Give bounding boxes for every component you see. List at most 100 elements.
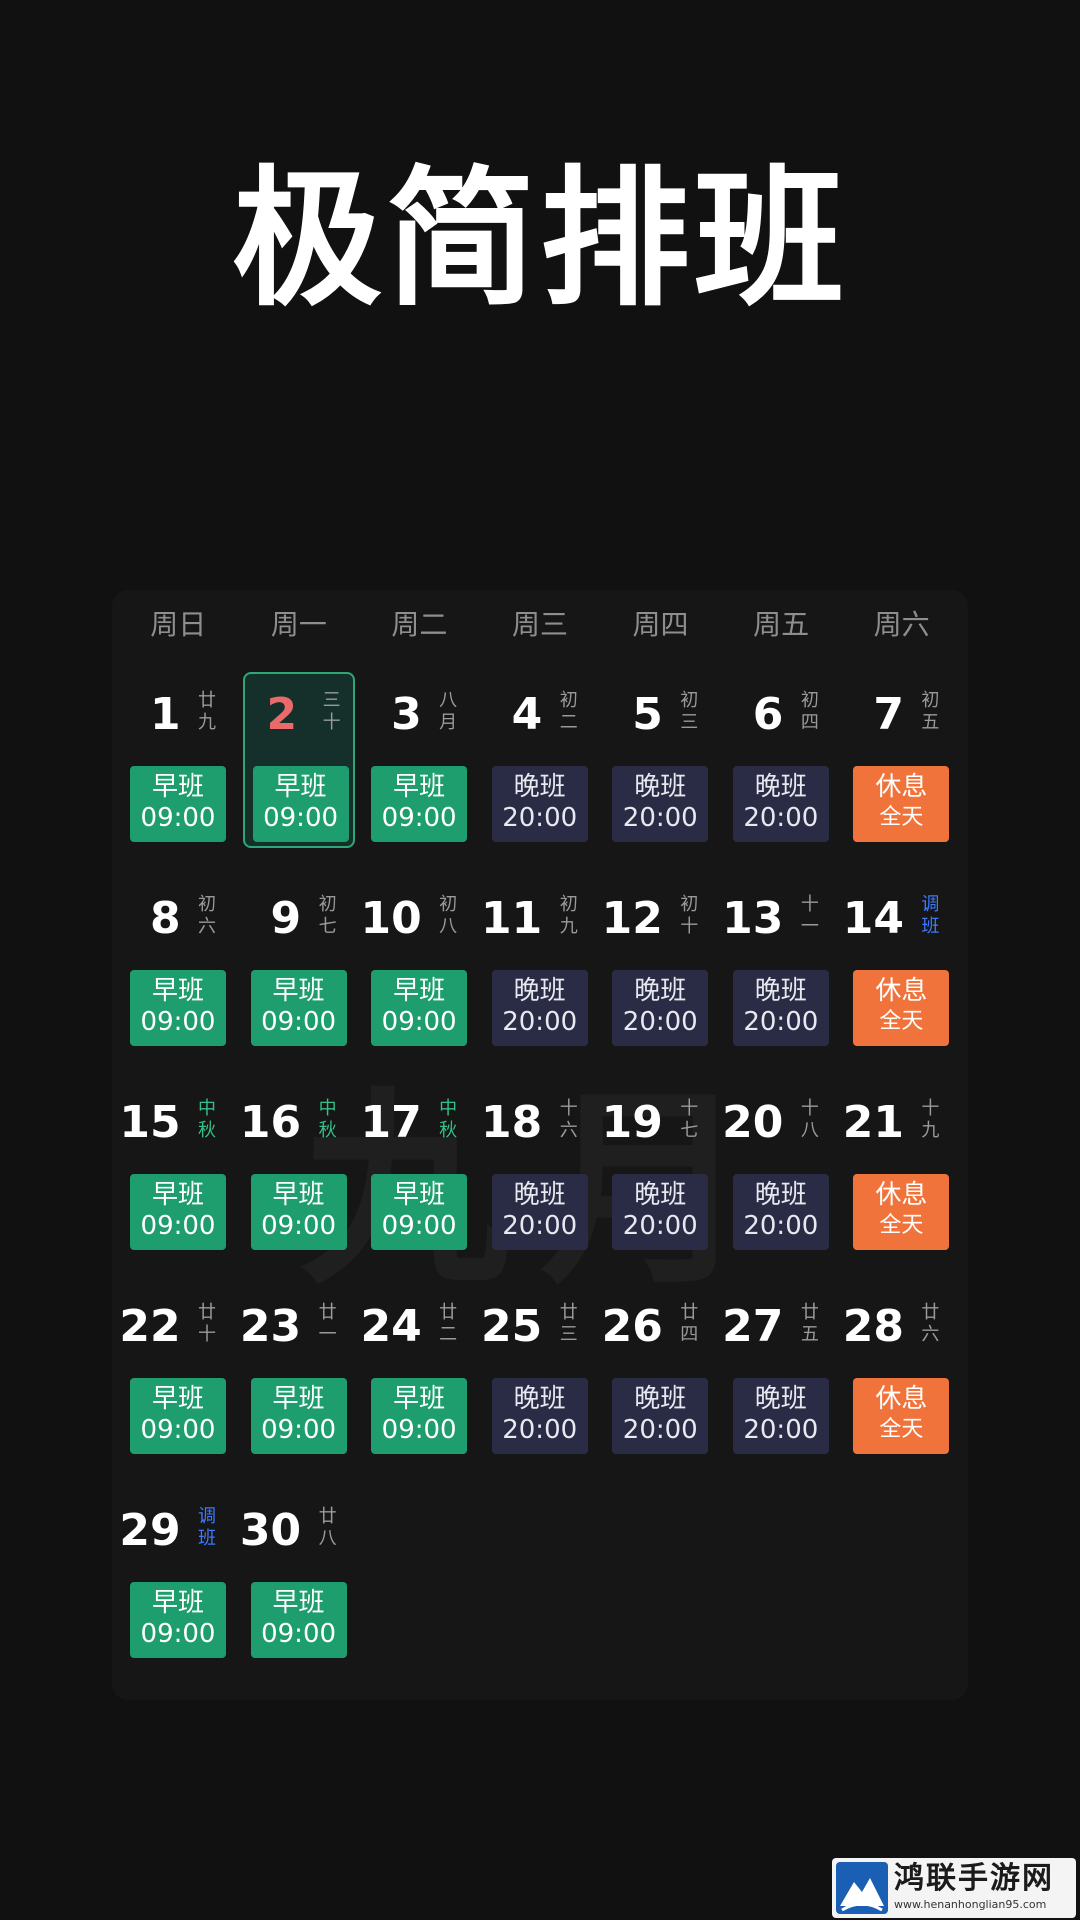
- shift-badge-early[interactable]: 早班 09:00: [130, 1582, 226, 1658]
- shift-badge-early[interactable]: 早班 09:00: [250, 970, 347, 1046]
- shift-badge-early[interactable]: 早班 09:00: [130, 1378, 226, 1454]
- shift-name: 休息: [875, 772, 928, 802]
- day-number: 27: [722, 1301, 784, 1352]
- day-number: 3: [391, 689, 422, 740]
- shift-badge-early[interactable]: 早班 09:00: [371, 1378, 468, 1454]
- calendar-day-cell[interactable]: 12 初十 晚班 20:00: [600, 876, 721, 1080]
- shift-badge-early[interactable]: 早班 09:00: [130, 766, 226, 842]
- shift-time: 20:00: [622, 1415, 698, 1445]
- shift-badge-early[interactable]: 早班 09:00: [250, 1174, 347, 1250]
- lunar-date-label: 中秋: [198, 1098, 216, 1141]
- shift-name: 休息: [875, 1384, 928, 1414]
- shift-badge-early[interactable]: 早班 09:00: [371, 1174, 468, 1250]
- calendar-day-cell[interactable]: 27 廿五 晚班 20:00: [721, 1284, 842, 1488]
- calendar-day-cell[interactable]: 6 初四 晚班 20:00: [721, 672, 842, 876]
- shift-badge-early[interactable]: 早班 09:00: [130, 1174, 226, 1250]
- lunar-date-label: 中秋: [318, 1098, 337, 1141]
- calendar-day-cell[interactable]: 23 廿一 早班 09:00: [239, 1284, 360, 1488]
- calendar-day-cell[interactable]: 13 十一 晚班 20:00: [721, 876, 842, 1080]
- day-number: 29: [119, 1505, 181, 1556]
- calendar-day-cell[interactable]: 26 廿四 晚班 20:00: [600, 1284, 721, 1488]
- calendar-day-cell[interactable]: 19 十七 晚班 20:00: [600, 1080, 721, 1284]
- calendar-day-cell[interactable]: 22 廿十 早班 09:00: [118, 1284, 239, 1488]
- shift-badge-early[interactable]: 早班 09:00: [371, 766, 468, 842]
- calendar-day-cell[interactable]: 5 初三 晚班 20:00: [600, 672, 721, 876]
- shift-badge-late[interactable]: 晚班 20:00: [612, 1378, 709, 1454]
- calendar-day-cell[interactable]: 1 廿九 早班 09:00: [118, 672, 239, 876]
- calendar-day-cell[interactable]: 17 中秋 早班 09:00: [359, 1080, 480, 1284]
- calendar-day-cell[interactable]: 2 三十 早班 09:00: [242, 672, 356, 848]
- day-number: 30: [239, 1505, 302, 1556]
- shift-badge-rest[interactable]: 休息 全天: [853, 1174, 950, 1250]
- shift-name: 休息: [875, 1180, 928, 1210]
- shift-name: 早班: [393, 1384, 446, 1414]
- shift-badge-late[interactable]: 晚班 20:00: [491, 766, 588, 842]
- calendar-day-cell[interactable]: 18 十六 晚班 20:00: [480, 1080, 601, 1284]
- calendar-day-cell[interactable]: 4 初二 晚班 20:00: [480, 672, 601, 876]
- calendar-day-cell[interactable]: 10 初八早班 09:00: [359, 876, 480, 1080]
- shift-badge-late[interactable]: 晚班 20:00: [491, 1378, 588, 1454]
- shift-badge-late[interactable]: 晚班 20:00: [732, 970, 829, 1046]
- shift-badge-late[interactable]: 晚班 20:00: [732, 1174, 829, 1250]
- lunar-date-label: 八月: [439, 690, 458, 733]
- shift-time: 09:00: [261, 1211, 337, 1241]
- calendar-day-cell[interactable]: 3 八月早班 09:00: [359, 672, 480, 876]
- site-watermark: 鸿联手游网 www.henanhonglian95.com: [832, 1858, 1076, 1918]
- calendar-day-cell[interactable]: 24 廿二 早班 09:00: [359, 1284, 480, 1488]
- shift-name: 早班: [272, 1384, 325, 1414]
- shift-badge-late[interactable]: 晚班 20:00: [732, 766, 829, 842]
- calendar-day-cell[interactable]: 9 初七 早班 09:00: [239, 876, 360, 1080]
- shift-badge-late[interactable]: 晚班 20:00: [612, 1174, 709, 1250]
- weekday-header-row: 周日 周一 周二 周三 周四 周五 周六: [118, 590, 962, 660]
- shift-badge-early[interactable]: 早班 09:00: [371, 970, 468, 1046]
- shift-badge-late[interactable]: 晚班 20:00: [491, 1174, 588, 1250]
- shift-name: 晚班: [634, 1384, 687, 1414]
- shift-time: 09:00: [140, 1007, 216, 1037]
- lunar-date-label: 廿六: [921, 1302, 940, 1345]
- shift-badge-late[interactable]: 晚班 20:00: [491, 970, 588, 1046]
- calendar-day-cell[interactable]: 29 调班 早班 09:00: [118, 1488, 239, 1692]
- site-watermark-title: 鸿联手游网: [894, 1861, 1054, 1896]
- day-number: 5: [632, 689, 663, 740]
- shift-name: 晚班: [513, 1180, 566, 1210]
- shift-badge-rest[interactable]: 休息 全天: [853, 1378, 950, 1454]
- shift-name: 早班: [272, 976, 325, 1006]
- shift-name: 晚班: [754, 1180, 807, 1210]
- shift-time: 20:00: [502, 803, 578, 833]
- day-number: 2: [266, 689, 298, 740]
- shift-name: 早班: [151, 1180, 204, 1210]
- lunar-date-label: 初八: [439, 894, 458, 937]
- calendar-day-cell[interactable]: 20 十八 晚班 20:00: [721, 1080, 842, 1284]
- shift-badge-early[interactable]: 早班 09:00: [252, 766, 349, 842]
- lunar-date-label: 调班: [921, 894, 940, 937]
- shift-badge-late[interactable]: 晚班 20:00: [732, 1378, 829, 1454]
- shift-badge-early[interactable]: 早班 09:00: [130, 970, 226, 1046]
- shift-time: 全天: [879, 1213, 924, 1238]
- shift-badge-early[interactable]: 早班 09:00: [250, 1378, 347, 1454]
- shift-time: 09:00: [261, 1007, 337, 1037]
- calendar-day-cell[interactable]: 8 初六 早班 09:00: [118, 876, 239, 1080]
- shift-name: 早班: [151, 772, 204, 802]
- calendar-day-cell[interactable]: 16 中秋 早班 09:00: [239, 1080, 360, 1284]
- calendar-day-cell[interactable]: 14 调班 休息 全天: [841, 876, 962, 1080]
- calendar-day-cell[interactable]: 7 初五 休息 全天: [841, 672, 962, 876]
- weekday-friday: 周五: [753, 608, 810, 641]
- calendar-day-cell[interactable]: 28 廿六 休息 全天: [841, 1284, 962, 1488]
- day-number: 10: [360, 893, 422, 944]
- day-number: 8: [149, 893, 181, 944]
- calendar-day-cell[interactable]: 15 中秋 早班 09:00: [118, 1080, 239, 1284]
- calendar-day-cell[interactable]: 25 廿三 晚班 20:00: [480, 1284, 601, 1488]
- calendar-day-cell[interactable]: 21 十九 休息 全天: [841, 1080, 962, 1284]
- calendar-day-cell[interactable]: 11 初九 晚班 20:00: [480, 876, 601, 1080]
- shift-time: 09:00: [261, 1415, 337, 1445]
- calendar-day-cell[interactable]: 30 廿八 早班 09:00: [239, 1488, 360, 1692]
- shift-badge-rest[interactable]: 休息 全天: [853, 970, 950, 1046]
- lunar-date-label: 十七: [680, 1098, 699, 1141]
- shift-badge-rest[interactable]: 休息 全天: [853, 766, 950, 842]
- shift-badge-early[interactable]: 早班 09:00: [250, 1582, 347, 1658]
- shift-badge-late[interactable]: 晚班 20:00: [612, 970, 709, 1046]
- shift-badge-late[interactable]: 晚班 20:00: [612, 766, 709, 842]
- shift-time: 全天: [879, 1417, 924, 1442]
- shift-time: 20:00: [502, 1415, 578, 1445]
- mountain-logo-icon: [836, 1862, 888, 1914]
